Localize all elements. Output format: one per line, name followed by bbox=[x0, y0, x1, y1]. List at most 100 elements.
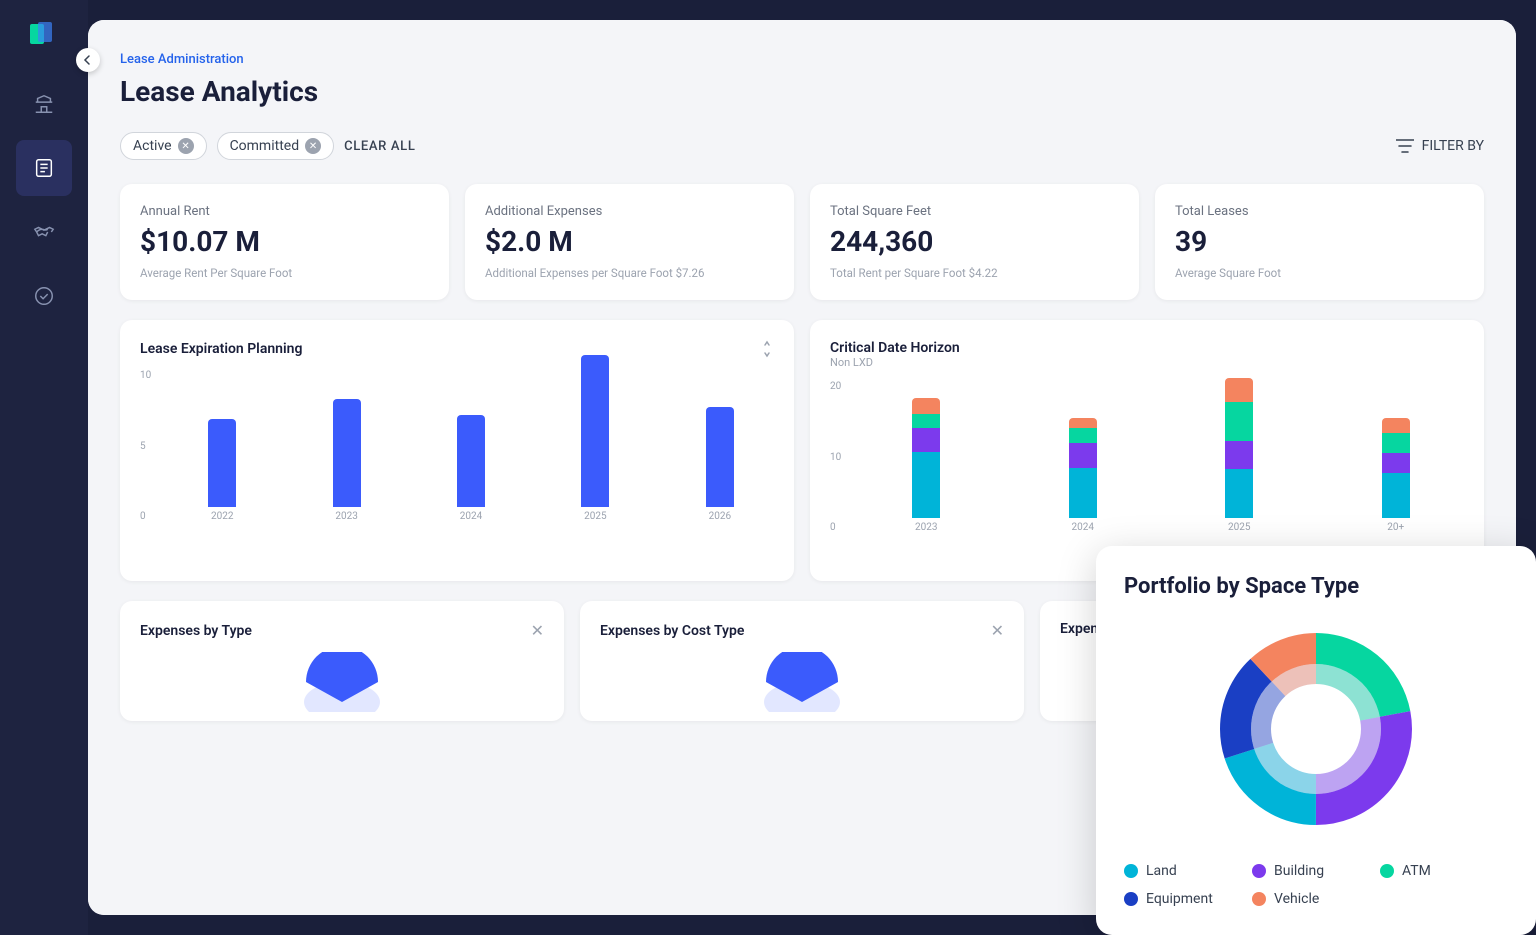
stacked-segment-atm-2024 bbox=[1069, 428, 1097, 443]
stacked-bar-2023 bbox=[912, 398, 940, 518]
critical-date-chart-card: Critical Date Horizon Non LXD 20 10 0 bbox=[810, 320, 1484, 581]
bar-2026 bbox=[706, 407, 734, 507]
filter-tag-committed-label: Committed bbox=[230, 138, 300, 154]
critical-date-chart-header: Critical Date Horizon Non LXD bbox=[830, 340, 1464, 369]
metric-label-total-leases: Total Leases bbox=[1175, 204, 1464, 219]
bar-group-2026: 2026 bbox=[666, 407, 774, 522]
sidebar-item-check[interactable] bbox=[16, 268, 72, 324]
page-title: Lease Analytics bbox=[120, 75, 1484, 108]
expense-card-by-cost-type: Expenses by Cost Type ✕ bbox=[580, 601, 1024, 721]
critical-date-chart-header-text: Critical Date Horizon Non LXD bbox=[830, 340, 960, 369]
bar-2024 bbox=[457, 415, 485, 507]
donut-chart-container bbox=[1124, 619, 1508, 839]
legend-label-vehicle: Vehicle bbox=[1274, 891, 1319, 907]
sidebar-collapse-button[interactable] bbox=[76, 48, 100, 72]
expense-by-cost-type-title: Expenses by Cost Type bbox=[600, 623, 744, 639]
lease-expiration-chart-header: Lease Expiration Planning bbox=[140, 340, 774, 358]
expense-card-by-type-header: Expenses by Type ✕ bbox=[140, 621, 544, 640]
critical-date-bars: 2023 2024 bbox=[830, 381, 1464, 561]
metric-value-total-sqft: 244,360 bbox=[830, 225, 1119, 258]
bar-group-2024: 2024 bbox=[417, 415, 525, 522]
y-label-0: 0 bbox=[140, 511, 151, 522]
legend-dot-land bbox=[1124, 864, 1138, 878]
stacked-bar-group-20plus: 20+ bbox=[1328, 418, 1465, 533]
stacked-segment-vehicle-2025 bbox=[1225, 378, 1253, 402]
legend-item-building: Building bbox=[1252, 863, 1380, 879]
lease-expiration-bars: 2022 2023 2024 2025 bbox=[140, 370, 774, 550]
metric-label-annual-rent: Annual Rent bbox=[140, 204, 429, 219]
expense-by-cost-type-chart bbox=[600, 652, 1004, 712]
filter-tag-active[interactable]: Active ✕ bbox=[120, 132, 207, 160]
stacked-bar-label-2023: 2023 bbox=[915, 522, 937, 533]
stacked-bar-label-2024: 2024 bbox=[1072, 522, 1094, 533]
metric-card-total-leases: Total Leases 39 Average Square Foot bbox=[1155, 184, 1484, 300]
metric-value-additional-expenses: $2.0 M bbox=[485, 225, 774, 258]
critical-date-chart-title: Critical Date Horizon bbox=[830, 340, 960, 356]
clear-all-button[interactable]: CLEAR ALL bbox=[344, 139, 415, 154]
stacked-segment-building-2024 bbox=[1069, 443, 1097, 468]
breadcrumb[interactable]: Lease Administration bbox=[120, 52, 1484, 67]
critical-date-chart-subtitle: Non LXD bbox=[830, 356, 960, 369]
expand-icon[interactable] bbox=[756, 340, 774, 358]
donut-center bbox=[1276, 689, 1356, 769]
legend-item-equipment: Equipment bbox=[1124, 891, 1252, 907]
metric-sub-total-leases: Average Square Foot bbox=[1175, 266, 1464, 280]
metric-card-additional-expenses: Additional Expenses $2.0 M Additional Ex… bbox=[465, 184, 794, 300]
y-label-10: 10 bbox=[140, 370, 151, 381]
sidebar-item-lease[interactable] bbox=[16, 140, 72, 196]
chart-row: Lease Expiration Planning 10 5 0 bbox=[120, 320, 1484, 581]
stacked-bar-label-20plus: 20+ bbox=[1387, 522, 1404, 533]
filter-tag-committed[interactable]: Committed ✕ bbox=[217, 132, 335, 160]
legend-dot-building bbox=[1252, 864, 1266, 878]
y-label-20: 20 bbox=[830, 381, 841, 392]
donut-chart-svg bbox=[1206, 619, 1426, 839]
filter-tag-committed-close[interactable]: ✕ bbox=[305, 138, 321, 154]
legend-dot-atm bbox=[1380, 864, 1394, 878]
lease-expiration-chart-card: Lease Expiration Planning 10 5 0 bbox=[120, 320, 794, 581]
lease-expiration-bar-area: 10 5 0 2022 2023 bbox=[140, 370, 774, 550]
y-label-5: 5 bbox=[140, 441, 151, 452]
sidebar-item-handshake[interactable] bbox=[16, 204, 72, 260]
stacked-bar-label-2025: 2025 bbox=[1228, 522, 1250, 533]
filter-tag-active-close[interactable]: ✕ bbox=[178, 138, 194, 154]
stacked-segment-atm-20plus bbox=[1382, 433, 1410, 453]
stacked-segment-vehicle-2024 bbox=[1069, 418, 1097, 428]
bar-label-2025: 2025 bbox=[584, 511, 606, 522]
expense-by-type-chart bbox=[140, 652, 544, 712]
legend-dot-vehicle bbox=[1252, 892, 1266, 906]
stacked-segment-building-2025 bbox=[1225, 441, 1253, 469]
stacked-segment-land-2025 bbox=[1225, 469, 1253, 518]
stacked-segment-atm-2025 bbox=[1225, 402, 1253, 441]
metric-value-annual-rent: $10.07 M bbox=[140, 225, 429, 258]
stacked-segment-building-2023 bbox=[912, 428, 940, 452]
portfolio-title: Portfolio by Space Type bbox=[1124, 574, 1508, 599]
filter-by-label: FILTER BY bbox=[1422, 138, 1484, 154]
stacked-bar-2025 bbox=[1225, 378, 1253, 518]
stacked-segment-land-2024 bbox=[1069, 468, 1097, 518]
legend-label-equipment: Equipment bbox=[1146, 891, 1213, 907]
filter-tag-active-label: Active bbox=[133, 138, 172, 154]
stacked-bar-20plus bbox=[1382, 418, 1410, 518]
bar-label-2024: 2024 bbox=[460, 511, 482, 522]
metric-sub-total-sqft: Total Rent per Square Foot $4.22 bbox=[830, 266, 1119, 280]
y-label-10: 10 bbox=[830, 452, 841, 463]
stacked-bar-group-2023: 2023 bbox=[858, 398, 995, 533]
stacked-segment-land-20plus bbox=[1382, 473, 1410, 518]
filter-by-button[interactable]: FILTER BY bbox=[1396, 138, 1484, 154]
legend-item-atm: ATM bbox=[1380, 863, 1508, 879]
bar-group-2023: 2023 bbox=[292, 399, 400, 522]
stacked-segment-vehicle-2023 bbox=[912, 398, 940, 414]
expense-card-by-cost-type-header: Expenses by Cost Type ✕ bbox=[600, 621, 1004, 640]
lease-expiration-chart-title: Lease Expiration Planning bbox=[140, 341, 302, 357]
expense-card-by-type: Expenses by Type ✕ bbox=[120, 601, 564, 721]
stacked-bar-2024 bbox=[1069, 418, 1097, 518]
expense-by-type-close-icon[interactable]: ✕ bbox=[531, 621, 544, 640]
legend-label-atm: ATM bbox=[1402, 863, 1431, 879]
legend-item-land: Land bbox=[1124, 863, 1252, 879]
legend-label-building: Building bbox=[1274, 863, 1324, 879]
sidebar-item-bank[interactable] bbox=[16, 76, 72, 132]
metric-value-total-leases: 39 bbox=[1175, 225, 1464, 258]
bar-2023 bbox=[333, 399, 361, 507]
expense-by-type-title: Expenses by Type bbox=[140, 623, 252, 639]
expense-by-cost-type-close-icon[interactable]: ✕ bbox=[991, 621, 1004, 640]
